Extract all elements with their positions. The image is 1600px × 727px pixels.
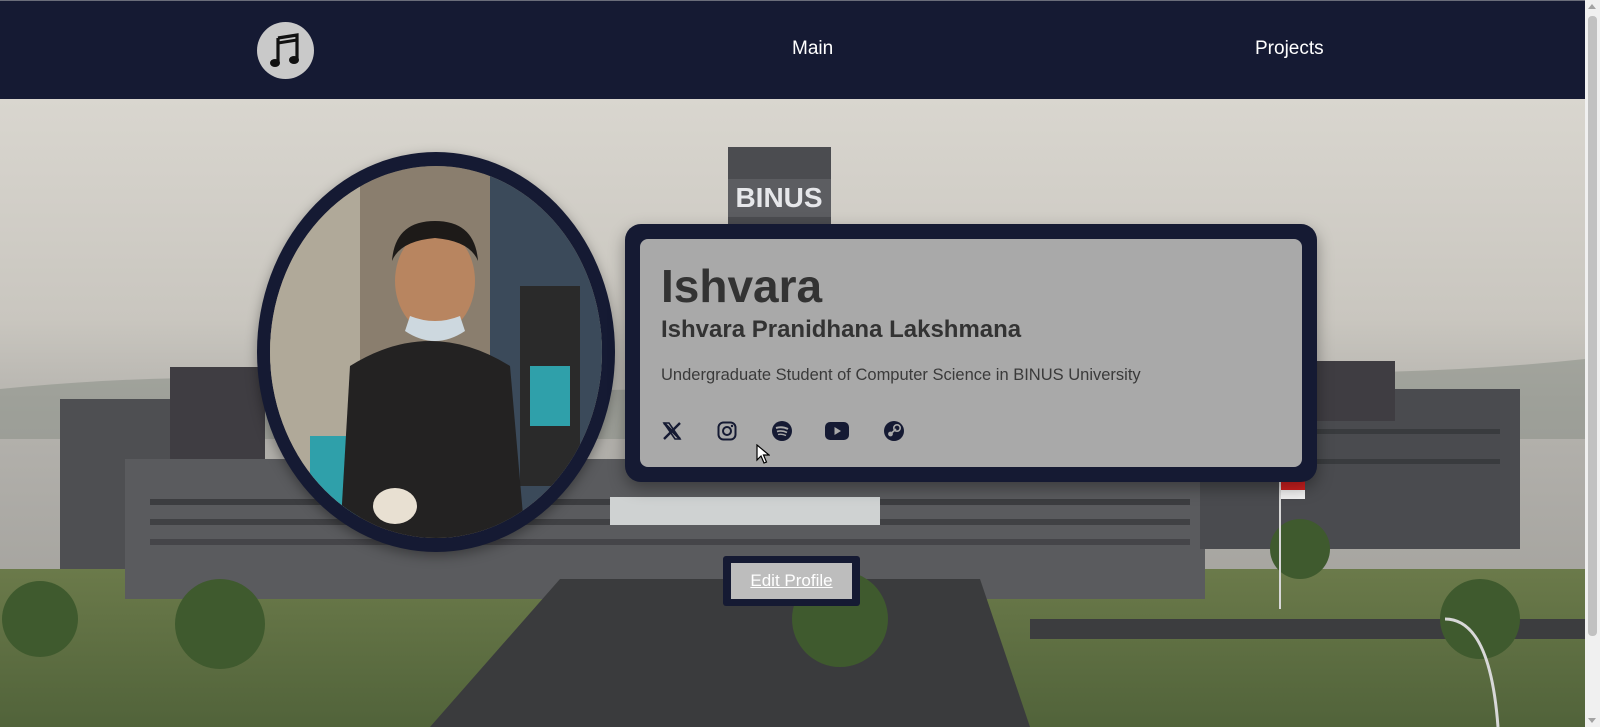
profile-nickname: Ishvara bbox=[661, 260, 823, 312]
nav-link-main[interactable]: Main bbox=[792, 38, 833, 60]
profile-card: Ishvara Ishvara Pranidhana Lakshmana Und… bbox=[625, 224, 1317, 482]
profile-card-body: Ishvara Ishvara Pranidhana Lakshmana Und… bbox=[640, 239, 1302, 467]
profile-bio: Undergraduate Student of Computer Scienc… bbox=[661, 366, 1141, 384]
spotify-icon[interactable] bbox=[770, 419, 794, 443]
nav-link-projects[interactable]: Projects bbox=[1255, 38, 1324, 60]
mouse-cursor-icon bbox=[756, 444, 770, 464]
instagram-icon[interactable] bbox=[715, 419, 739, 443]
x-twitter-icon[interactable] bbox=[660, 419, 684, 443]
profile-photo-illustration bbox=[270, 166, 602, 538]
edit-profile-button-frame: Edit Profile bbox=[723, 556, 860, 606]
page-scrollbar[interactable] bbox=[1585, 0, 1600, 727]
scroll-down-arrow-icon[interactable] bbox=[1588, 718, 1596, 723]
scrollbar-thumb[interactable] bbox=[1588, 16, 1597, 636]
scroll-up-arrow-icon[interactable] bbox=[1588, 4, 1596, 9]
navbar-top-border bbox=[0, 0, 1585, 1]
music-note-icon bbox=[269, 32, 299, 67]
profile-photo-frame bbox=[257, 152, 615, 552]
navbar: Main Projects bbox=[0, 0, 1585, 99]
steam-icon[interactable] bbox=[882, 419, 906, 443]
edit-profile-button[interactable]: Edit Profile bbox=[731, 563, 852, 599]
profile-photo bbox=[270, 166, 602, 538]
building-sign-text: BINUS bbox=[735, 182, 822, 213]
youtube-icon[interactable] bbox=[825, 419, 849, 443]
logo[interactable] bbox=[257, 22, 314, 79]
profile-full-name: Ishvara Pranidhana Lakshmana bbox=[661, 316, 1022, 343]
